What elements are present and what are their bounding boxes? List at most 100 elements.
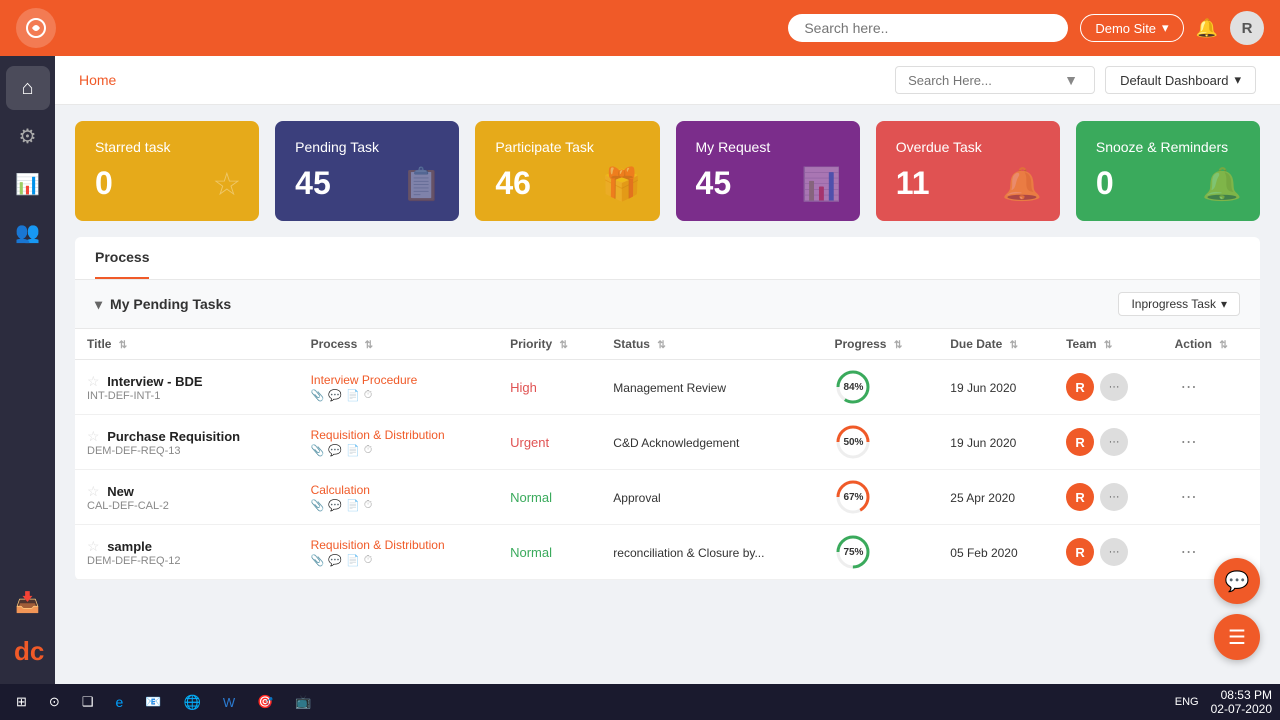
sidebar-item-analytics[interactable]: 📊 bbox=[6, 162, 50, 206]
task-priority-cell: High bbox=[498, 360, 601, 415]
team-more-button[interactable]: ··· bbox=[1100, 538, 1128, 566]
chat-fab-button[interactable]: 💬 bbox=[1214, 558, 1260, 604]
star-icon[interactable]: ☆ bbox=[87, 483, 100, 499]
card-label-myrequest: My Request bbox=[696, 139, 840, 155]
task-id: INT-DEF-INT-1 bbox=[87, 390, 287, 402]
task-title[interactable]: Interview - BDE bbox=[107, 374, 202, 389]
team-avatar[interactable]: R bbox=[1066, 428, 1094, 456]
th-status[interactable]: Status ⇅ bbox=[601, 329, 822, 360]
process-icons: 📎 💬 📄 ⏱ bbox=[311, 554, 487, 567]
dashboard-chevron-icon: ▾ bbox=[1234, 72, 1241, 88]
sidebar-item-users[interactable]: 👥 bbox=[6, 210, 50, 254]
process-name[interactable]: Requisition & Distribution bbox=[311, 428, 487, 442]
th-due-date[interactable]: Due Date ⇅ bbox=[938, 329, 1054, 360]
team-avatar[interactable]: R bbox=[1066, 373, 1094, 401]
priority-label: Urgent bbox=[510, 435, 549, 450]
card-myrequest[interactable]: My Request 45 📊 bbox=[676, 121, 860, 221]
doc-icon: 📄 bbox=[346, 554, 360, 567]
task-priority-cell: Normal bbox=[498, 470, 601, 525]
team-avatar[interactable]: R bbox=[1066, 483, 1094, 511]
task-id: DEM-DEF-REQ-12 bbox=[87, 555, 287, 567]
time-icon: ⏱ bbox=[364, 499, 373, 512]
task-duedate-cell: 19 Jun 2020 bbox=[938, 360, 1054, 415]
task-view-button[interactable]: ❑ bbox=[74, 692, 102, 712]
navbar-search-input[interactable] bbox=[788, 14, 1068, 42]
action-more-button[interactable]: ⋯ bbox=[1175, 485, 1203, 509]
task-title[interactable]: New bbox=[107, 484, 134, 499]
progress-pct: 50% bbox=[843, 437, 863, 448]
header-search-input[interactable] bbox=[908, 73, 1058, 88]
process-icons: 📎 💬 📄 ⏱ bbox=[311, 444, 487, 457]
taskbar-app-misc1[interactable]: 🎯 bbox=[249, 692, 281, 712]
action-more-button[interactable]: ⋯ bbox=[1175, 540, 1203, 564]
action-more-button[interactable]: ⋯ bbox=[1175, 375, 1203, 399]
process-name[interactable]: Calculation bbox=[311, 483, 487, 497]
task-id: CAL-DEF-CAL-2 bbox=[87, 500, 287, 512]
th-progress[interactable]: Progress ⇅ bbox=[822, 329, 938, 360]
task-progress-cell: 75% bbox=[822, 525, 938, 580]
task-title[interactable]: sample bbox=[107, 539, 152, 554]
user-avatar[interactable]: R bbox=[1230, 11, 1264, 45]
card-icon-snooze: 🔔 bbox=[1202, 165, 1242, 203]
team-avatar[interactable]: R bbox=[1066, 538, 1094, 566]
start-button[interactable]: ⊞ bbox=[8, 692, 35, 712]
process-name[interactable]: Interview Procedure bbox=[311, 373, 487, 387]
card-snooze[interactable]: Snooze & Reminders 0 🔔 bbox=[1076, 121, 1260, 221]
sidebar-item-settings[interactable]: ⚙ bbox=[6, 114, 50, 158]
action-more-button[interactable]: ⋯ bbox=[1175, 430, 1203, 454]
time-icon: ⏱ bbox=[364, 444, 373, 457]
th-action[interactable]: Action ⇅ bbox=[1163, 329, 1260, 360]
dashboard-selector-button[interactable]: Default Dashboard ▾ bbox=[1105, 66, 1256, 94]
inprogress-chevron-icon: ▾ bbox=[1221, 297, 1227, 311]
team-more-button[interactable]: ··· bbox=[1100, 483, 1128, 511]
taskbar-app-misc2[interactable]: 📺 bbox=[287, 692, 319, 712]
process-name[interactable]: Requisition & Distribution bbox=[311, 538, 487, 552]
task-progress-cell: 84% bbox=[822, 360, 938, 415]
taskbar-app-edge[interactable]: e bbox=[107, 692, 131, 712]
card-overdue[interactable]: Overdue Task 11 🔔 bbox=[876, 121, 1060, 221]
card-pending[interactable]: Pending Task 45 📋 bbox=[275, 121, 459, 221]
star-icon[interactable]: ☆ bbox=[87, 538, 100, 554]
table-row: ☆ Purchase Requisition DEM-DEF-REQ-13 Re… bbox=[75, 415, 1260, 470]
breadcrumb-home[interactable]: Home bbox=[79, 72, 116, 88]
th-process[interactable]: Process ⇅ bbox=[299, 329, 499, 360]
sidebar-item-home[interactable]: ⌂ bbox=[6, 66, 50, 110]
main-content: Home ▼ Default Dashboard ▾ Starred task … bbox=[55, 56, 1280, 684]
filter-icon: ▼ bbox=[1064, 72, 1078, 88]
table-row: ☆ New CAL-DEF-CAL-2 Calculation 📎 💬 📄 ⏱ … bbox=[75, 470, 1260, 525]
priority-label: Normal bbox=[510, 545, 552, 560]
search-taskbar-button[interactable]: ⊙ bbox=[41, 692, 68, 712]
th-title[interactable]: Title ⇅ bbox=[75, 329, 299, 360]
taskbar-app-outlook[interactable]: 📧 bbox=[137, 692, 169, 712]
card-icon-overdue: 🔔 bbox=[1002, 165, 1042, 203]
taskbar-app-chrome[interactable]: 🌐 bbox=[175, 692, 208, 713]
summary-cards: Starred task 0 ☆ Pending Task 45 📋 Parti… bbox=[55, 105, 1280, 237]
site-selector-button[interactable]: Demo Site ▾ bbox=[1080, 14, 1183, 42]
inprogress-filter-button[interactable]: Inprogress Task ▾ bbox=[1118, 292, 1240, 316]
team-more-button[interactable]: ··· bbox=[1100, 428, 1128, 456]
pending-tasks-header: ▾ My Pending Tasks Inprogress Task ▾ bbox=[75, 280, 1260, 329]
card-starred[interactable]: Starred task 0 ☆ bbox=[75, 121, 259, 221]
card-icon-pending: 📋 bbox=[402, 165, 442, 203]
task-title-cell: ☆ Purchase Requisition DEM-DEF-REQ-13 bbox=[75, 415, 299, 470]
sort-icon: ⇅ bbox=[365, 340, 373, 351]
tab-process[interactable]: Process bbox=[95, 237, 149, 279]
task-duedate-cell: 25 Apr 2020 bbox=[938, 470, 1054, 525]
table-row: ☆ Interview - BDE INT-DEF-INT-1 Intervie… bbox=[75, 360, 1260, 415]
th-team[interactable]: Team ⇅ bbox=[1054, 329, 1163, 360]
card-participate[interactable]: Participate Task 46 🎁 bbox=[475, 121, 659, 221]
star-icon[interactable]: ☆ bbox=[87, 428, 100, 444]
task-title[interactable]: Purchase Requisition bbox=[107, 429, 240, 444]
taskbar-app-word[interactable]: W bbox=[215, 693, 243, 712]
star-icon[interactable]: ☆ bbox=[87, 373, 100, 389]
sidebar-item-download[interactable]: 📥 bbox=[6, 580, 50, 624]
menu-fab-button[interactable]: ☰ bbox=[1214, 614, 1260, 660]
doc-icon: 📄 bbox=[346, 389, 360, 402]
team-more-button[interactable]: ··· bbox=[1100, 373, 1128, 401]
notification-button[interactable]: 🔔 bbox=[1196, 18, 1218, 39]
task-process-cell: Requisition & Distribution 📎 💬 📄 ⏱ bbox=[299, 415, 499, 470]
taskbar-lang: ENG bbox=[1175, 696, 1199, 708]
priority-label: High bbox=[510, 380, 537, 395]
top-navbar: Demo Site ▾ 🔔 R bbox=[0, 0, 1280, 56]
th-priority[interactable]: Priority ⇅ bbox=[498, 329, 601, 360]
